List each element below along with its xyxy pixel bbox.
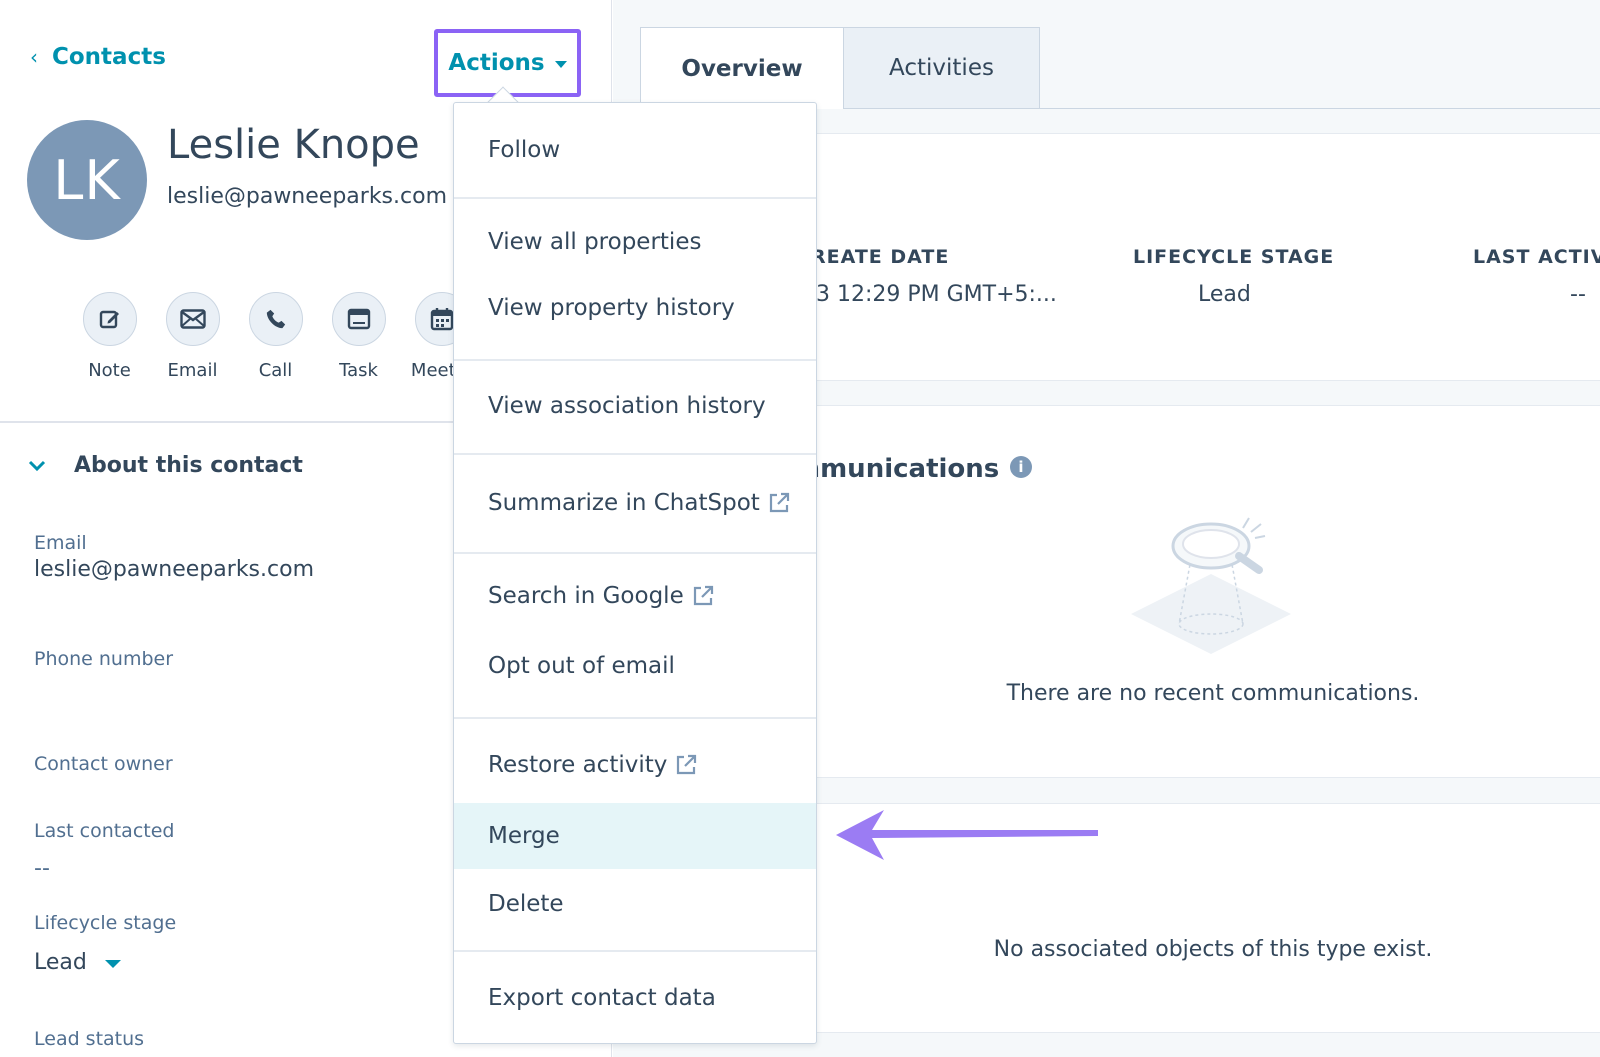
external-link-icon	[768, 492, 790, 514]
menu-divider	[454, 197, 816, 199]
menu-item-view-property-history[interactable]: View property history	[454, 277, 816, 339]
tab-baseline	[1040, 108, 1600, 109]
tab-activities[interactable]: Activities	[844, 27, 1040, 109]
magnifier-empty-illustration-icon	[1131, 517, 1291, 654]
menu-item-label: View all properties	[488, 229, 702, 255]
back-link-label: Contacts	[52, 44, 166, 70]
menu-item-search-in-google[interactable]: Search in Google	[454, 563, 816, 629]
create-date-header: REATE DATE	[811, 246, 950, 268]
menu-item-label: Restore activity	[488, 752, 668, 778]
menu-divider	[454, 717, 816, 719]
quick-action-label: Email	[167, 360, 218, 381]
quick-action-label: Note	[88, 360, 131, 381]
quick-action-label: Task	[339, 360, 378, 381]
menu-item-merge[interactable]: Merge	[454, 803, 816, 869]
menu-divider	[454, 453, 816, 455]
task-icon[interactable]	[331, 292, 386, 346]
caret-down-icon	[554, 60, 567, 68]
menu-item-label: Summarize in ChatSpot	[488, 490, 760, 516]
quick-actions: Note Email Call Task Meetin	[68, 292, 483, 381]
chevron-down-icon	[28, 460, 46, 471]
menu-divider	[454, 552, 816, 554]
menu-item-view-all-properties[interactable]: View all properties	[454, 211, 816, 273]
phone-property-value[interactable]	[34, 676, 334, 708]
note-icon[interactable]	[82, 292, 137, 346]
email-property-value[interactable]: leslie@pawneeparks.com	[34, 557, 314, 582]
phone-property-label: Phone number	[34, 648, 174, 670]
menu-item-follow[interactable]: Follow	[454, 107, 816, 193]
lifecycle-stage-summary-value: Lead	[1198, 282, 1251, 307]
record-tabs: Overview Activities	[640, 27, 1040, 109]
caret-down-icon	[104, 959, 121, 968]
actions-button[interactable]: Actions	[434, 29, 581, 97]
quick-action-call[interactable]: Call	[234, 292, 317, 381]
lifecycle-stage-label: Lifecycle stage	[34, 912, 177, 934]
menu-item-restore-activity[interactable]: Restore activity	[454, 723, 816, 807]
create-date-value: 3 12:29 PM GMT+5:...	[816, 282, 1057, 307]
menu-item-label: View association history	[488, 393, 766, 419]
menu-divider	[454, 950, 816, 952]
menu-item-label: Merge	[488, 823, 560, 849]
last-activity-header: LAST ACTIVI	[1473, 246, 1600, 268]
quick-action-note[interactable]: Note	[68, 292, 151, 381]
lifecycle-stage-value: Lead	[34, 950, 87, 975]
menu-divider	[454, 359, 816, 361]
lifecycle-stage-header: LIFECYCLE STAGE	[1133, 246, 1335, 268]
back-to-contacts-link[interactable]: ‹ Contacts	[30, 44, 166, 70]
menu-item-label: View property history	[488, 295, 735, 321]
menu-item-summarize-in-chatspot[interactable]: Summarize in ChatSpot	[454, 459, 816, 547]
owner-property-label: Contact owner	[34, 753, 173, 775]
about-section-title: About this contact	[74, 453, 303, 478]
chevron-left-icon: ‹	[30, 45, 38, 69]
phone-icon[interactable]	[248, 292, 303, 346]
quick-action-label: Call	[258, 360, 293, 381]
last-activity-value: --	[1570, 282, 1586, 307]
lifecycle-stage-select[interactable]: Lead	[34, 950, 121, 975]
menu-item-delete[interactable]: Delete	[454, 873, 816, 935]
last-contacted-label: Last contacted	[34, 820, 175, 842]
quick-action-email[interactable]: Email	[151, 292, 234, 381]
contact-email: leslie@pawneeparks.com	[167, 184, 447, 209]
contact-name: Leslie Knope	[167, 122, 420, 168]
actions-button-label: Actions	[448, 50, 545, 76]
email-property-label: Email	[34, 532, 87, 554]
owner-property-value[interactable]	[34, 780, 334, 812]
external-link-icon	[692, 585, 714, 607]
email-icon[interactable]	[165, 292, 220, 346]
menu-item-export-contact-data[interactable]: Export contact data	[454, 956, 816, 1040]
actions-dropdown-menu: Follow View all properties View property…	[453, 102, 817, 1044]
menu-item-label: Delete	[488, 891, 564, 917]
menu-item-label: Search in Google	[488, 583, 684, 609]
about-section-toggle[interactable]: About this contact	[28, 453, 303, 478]
last-contacted-value: --	[34, 856, 50, 881]
external-link-icon	[675, 754, 697, 776]
annotation-arrow-icon	[836, 810, 1098, 860]
menu-item-label: Opt out of email	[488, 653, 675, 679]
menu-item-label: Export contact data	[488, 985, 716, 1011]
menu-item-label: Follow	[488, 137, 561, 163]
menu-item-opt-out-of-email[interactable]: Opt out of email	[454, 633, 816, 699]
tab-overview[interactable]: Overview	[640, 27, 844, 109]
quick-action-task[interactable]: Task	[317, 292, 400, 381]
avatar: LK	[27, 120, 147, 240]
info-icon[interactable]: i	[1010, 456, 1032, 478]
communications-title: mmunications	[793, 454, 1000, 484]
menu-item-view-association-history[interactable]: View association history	[454, 363, 816, 449]
lead-status-label: Lead status	[34, 1028, 145, 1050]
